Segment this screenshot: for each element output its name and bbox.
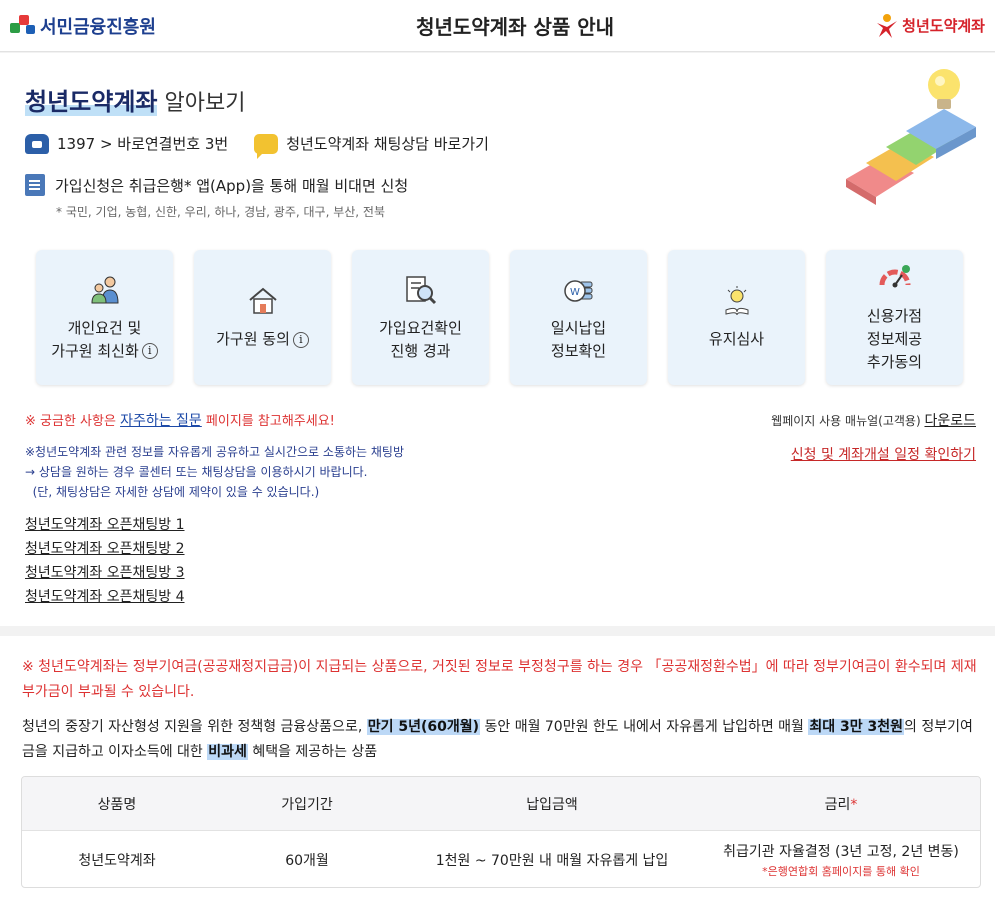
apply-text: 가입신청은 취급은행* 앱(App)을 통해 매월 비대면 신청	[55, 176, 409, 195]
product-description: 청년의 중장기 자산형성 지원을 위한 정책형 금융상품으로, 만기 5년(60…	[22, 719, 973, 760]
schedule-link[interactable]: 신청 및 계좌개설 일정 확인하기	[791, 444, 976, 464]
tile-lump-sum-info[interactable]: W 일시납입 정보확인	[510, 250, 647, 385]
apply-info: 가입신청은 취급은행* 앱(App)을 통해 매월 비대면 신청	[25, 174, 408, 196]
tile-maintenance-review[interactable]: 유지심사	[668, 250, 805, 385]
kinfa-logo-icon	[10, 14, 36, 37]
product-table: 상품명 가입기간 납입금액 금리* 청년도약계좌 60개월 1천원 ~ 70만원…	[21, 776, 981, 888]
tile-household-consent[interactable]: 가구원 동의 i	[194, 250, 331, 385]
product-card: ※ 청년도약계좌는 정부기여금(공공재정지급금)이 지급되는 상품으로, 거짓된…	[0, 636, 995, 898]
family-icon	[90, 276, 119, 303]
tile-eligibility-progress[interactable]: 가입요건확인 진행 경과	[352, 250, 489, 385]
tile-credit-consent[interactable]: 신용가점 정보제공 추가동의	[826, 250, 963, 385]
phone-icon	[25, 133, 49, 154]
faq-notice: ※ 궁금한 사항은 자주하는 질문 페이지를 참고해주세요!	[25, 413, 335, 429]
openchat-link-3[interactable]: 청년도약계좌 오픈채팅방 3	[25, 561, 185, 585]
chat-bubble-icon	[254, 133, 279, 159]
youth-account-logo[interactable]: 청년도약계좌	[874, 13, 985, 39]
intro-title: 청년도약계좌 알아보기	[25, 88, 246, 116]
subsidy-warning: ※ 청년도약계좌는 정부기여금(공공재정지급금)이 지급되는 상품으로, 거짓된…	[22, 659, 977, 700]
table-row: 청년도약계좌 60개월 1천원 ~ 70만원 내 매월 자유롭게 납입 취급기관…	[22, 831, 980, 887]
chat-consult-link[interactable]: 청년도약계좌 채팅상담 바로가기	[254, 133, 489, 159]
phone-text: 1397 > 바로연결번호 3번	[57, 135, 229, 153]
coin-icon: W	[563, 279, 592, 302]
openchat-link-1[interactable]: 청년도약계좌 오픈채팅방 1	[25, 513, 185, 537]
manual-download-link[interactable]: 다운로드	[924, 413, 976, 429]
action-tiles: 개인요건 및 가구원 최신화 i 가구원 동의 i 가입요건확인 진행 경과 W…	[36, 250, 963, 385]
tile-personal-update[interactable]: 개인요건 및 가구원 최신화 i	[36, 250, 173, 385]
intro-card: 청년도약계좌 알아보기 1397 > 바로연결번호 3번 청년도약계좌 채팅상담…	[0, 53, 995, 626]
chat-room-note: ※청년도약계좌 관련 정보를 자유롭게 공유하고 실시간으로 소통하는 채팅방 …	[25, 445, 404, 499]
info-icon[interactable]: i	[292, 331, 309, 348]
manual-download: 웹페이지 사용 매뉴얼(고객용) 다운로드	[771, 413, 976, 429]
chat-consult-text: 청년도약계좌 채팅상담 바로가기	[286, 135, 489, 153]
openchat-link-4[interactable]: 청년도약계좌 오픈채팅방 4	[25, 585, 185, 609]
rate-note: *은행연합회 홈페이지를 통해 확인	[762, 864, 920, 878]
openchat-list: 청년도약계좌 오픈채팅방 1 청년도약계좌 오픈채팅방 2 청년도약계좌 오픈채…	[25, 513, 185, 609]
table-header: 상품명 가입기간 납입금액 금리*	[22, 777, 980, 831]
house-icon	[248, 287, 277, 314]
page-header: 서민금융진흥원 청년도약계좌 상품 안내 청년도약계좌	[0, 0, 995, 52]
page-title: 청년도약계좌 상품 안내	[416, 15, 615, 39]
youth-account-logo-icon	[874, 13, 900, 39]
info-icon[interactable]: i	[141, 343, 158, 359]
gauge-icon	[879, 265, 910, 288]
youth-account-logo-text: 청년도약계좌	[902, 17, 985, 35]
bank-list: * 국민, 기업, 농협, 신한, 우리, 하나, 경남, 광주, 대구, 부산…	[56, 205, 385, 219]
document-icon	[25, 174, 45, 196]
contact-row: 1397 > 바로연결번호 3번 청년도약계좌 채팅상담 바로가기	[25, 133, 515, 159]
lightbulb-stairs-illustration	[836, 61, 986, 211]
phone-contact: 1397 > 바로연결번호 3번	[25, 133, 228, 154]
kinfa-logo[interactable]: 서민금융진흥원	[10, 13, 156, 39]
svg-text:W: W	[570, 287, 580, 298]
faq-link[interactable]: 자주하는 질문	[120, 413, 202, 429]
lightbulb-book-icon	[725, 286, 748, 316]
document-search-icon	[405, 275, 436, 304]
kinfa-logo-text: 서민금융진흥원	[40, 16, 156, 38]
openchat-link-2[interactable]: 청년도약계좌 오픈채팅방 2	[25, 537, 185, 561]
